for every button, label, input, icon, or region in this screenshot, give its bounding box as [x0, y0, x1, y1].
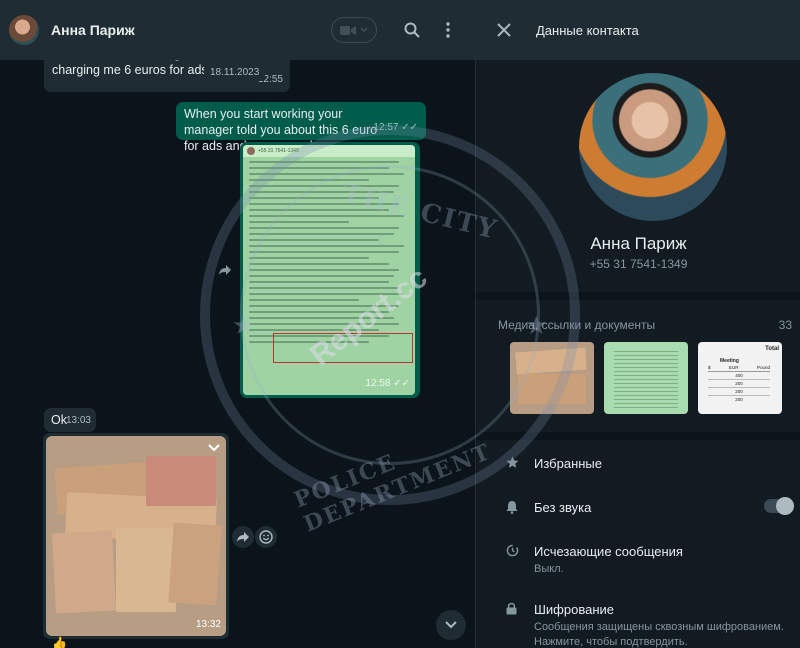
message-incoming[interactable]: Ok 13:03: [44, 408, 96, 432]
doc-phone: +55 31 7541-1349: [258, 148, 299, 154]
chat-header: Анна Париж: [0, 0, 475, 60]
disappearing-messages-row[interactable]: Исчезающие сообщения Выкл.: [476, 532, 800, 582]
banknote: [51, 530, 117, 614]
scroll-down-button[interactable]: [436, 610, 466, 640]
contact-info-pane: Данные контакта Анна Париж +55 31 7541-1…: [475, 0, 800, 648]
message-list[interactable]: on the website, nothing, and charging me…: [0, 0, 475, 648]
close-icon: [497, 23, 511, 37]
close-button[interactable]: [494, 20, 514, 40]
favorites-row[interactable]: Избранные: [476, 440, 800, 486]
money-photo: [46, 436, 226, 636]
video-call-button[interactable]: [331, 17, 377, 43]
time-text: 12:58: [365, 378, 391, 389]
reaction-thumbs-up-icon: 👍: [52, 636, 67, 648]
message-image[interactable]: 13:32: [43, 433, 229, 639]
menu-button[interactable]: [433, 15, 463, 45]
doc-header: +55 31 7541-1349: [243, 145, 415, 157]
search-button[interactable]: [397, 15, 427, 45]
message-time: 13:32: [195, 619, 221, 630]
date-chip: 18.11.2023: [204, 64, 266, 81]
section-divider: [476, 292, 800, 300]
contact-name: Анна Париж: [590, 234, 687, 253]
media-thumbnail[interactable]: [604, 342, 688, 414]
forward-icon[interactable]: [214, 259, 236, 281]
thumb-col: Pound: [756, 365, 770, 370]
star-icon: [506, 456, 519, 468]
media-count[interactable]: 33: [779, 318, 792, 332]
thumb-table: $ EUR Pound 400 200 200 200: [708, 364, 770, 403]
media-thumbnail[interactable]: [510, 342, 594, 414]
message-text: Ok: [51, 413, 67, 427]
thumb-cell: 200: [708, 388, 770, 396]
mute-label: Без звука: [534, 500, 592, 515]
bell-icon: [506, 501, 518, 514]
section-divider: [476, 432, 800, 440]
message-time: 12:58 ✓✓: [365, 378, 410, 389]
forward-icon[interactable]: [232, 526, 254, 548]
banknote: [146, 456, 216, 506]
favorites-label: Избранные: [534, 456, 602, 471]
disappearing-label: Исчезающие сообщения: [534, 544, 683, 559]
media-section-title[interactable]: Медиа, ссылки и документы: [498, 318, 655, 332]
chat-title[interactable]: Анна Париж: [51, 22, 135, 38]
chat-pane: on the website, nothing, and charging me…: [0, 0, 475, 648]
contact-phone: +55 31 7541-1349: [589, 257, 688, 271]
search-icon: [404, 22, 420, 38]
video-camera-icon: [340, 25, 356, 35]
app-window: on the website, nothing, and charging me…: [0, 0, 800, 648]
chevron-down-icon: [360, 27, 368, 33]
banknote: [168, 522, 222, 606]
profile-photo[interactable]: [579, 73, 727, 221]
time-text: 12:57: [373, 122, 399, 133]
lock-icon: [506, 602, 517, 615]
disappearing-status: Выкл.: [534, 563, 564, 575]
kebab-menu-icon: [446, 22, 450, 38]
banknote: [116, 528, 176, 612]
message-time: 12:57 ✓✓: [373, 122, 418, 133]
dropdown-chevron-icon[interactable]: [208, 440, 220, 452]
thumb-cell: 200: [708, 380, 770, 388]
message-outgoing[interactable]: When you start working your manager told…: [176, 102, 426, 153]
timer-icon: [506, 544, 519, 557]
mute-row[interactable]: Без звука: [476, 486, 800, 530]
message-time: 13:03: [65, 415, 91, 426]
encryption-row[interactable]: Шифрование Сообщения защищены сквозным ш…: [476, 590, 800, 648]
thumb-col: $: [708, 365, 711, 370]
thumb-cell: 200: [735, 397, 743, 402]
contact-header: Данные контакта: [476, 0, 800, 60]
thumb-table-header: Total: [765, 346, 779, 352]
media-thumbnail[interactable]: Total Meeting $ EUR Pound 400 200 200 20…: [698, 342, 782, 414]
encryption-description: Сообщения защищены сквозным шифрованием.…: [534, 621, 784, 648]
avatar[interactable]: [9, 15, 39, 45]
doc-avatar-icon: [247, 147, 255, 155]
thumb-cell: 400: [708, 372, 770, 380]
thumb-col: EUR: [728, 365, 739, 370]
emoji-react-icon[interactable]: [255, 526, 277, 548]
encryption-label: Шифрование: [534, 602, 614, 617]
mute-toggle[interactable]: [764, 497, 794, 515]
contact-panel-title: Данные контакта: [536, 22, 639, 38]
